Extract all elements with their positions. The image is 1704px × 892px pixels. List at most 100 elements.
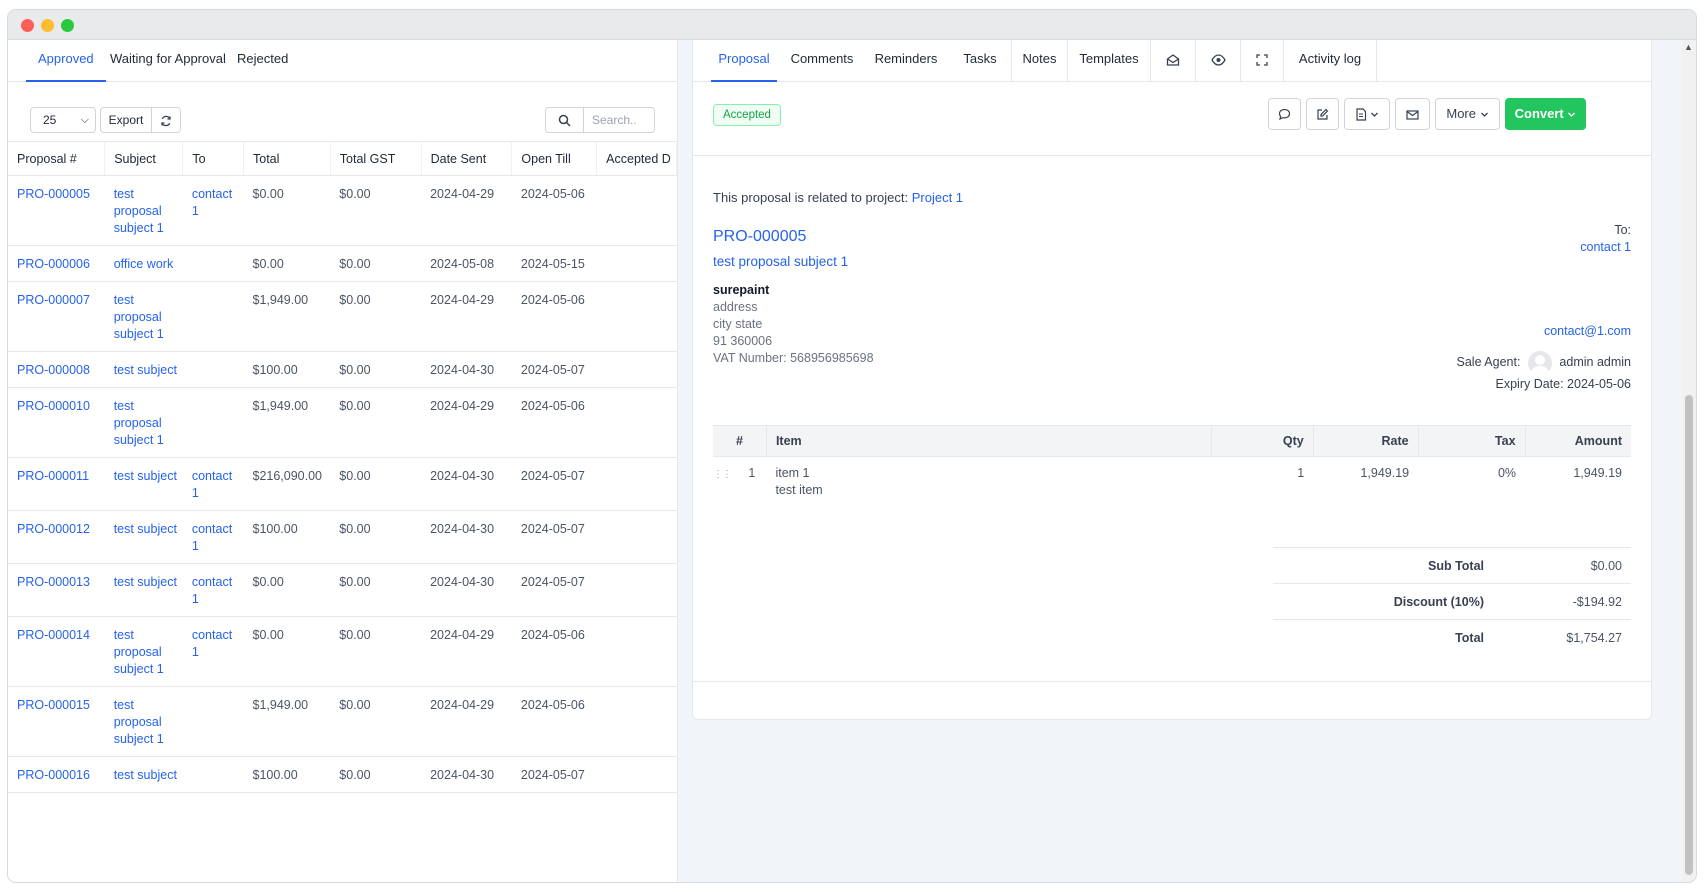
contact-link[interactable]: contact 1 bbox=[182, 616, 244, 687]
proposal-subject-link[interactable]: test subject bbox=[104, 510, 183, 564]
tab-activity-log[interactable]: Activity log bbox=[1283, 40, 1377, 82]
drag-handle-icon[interactable]: ⋮⋮ bbox=[713, 469, 732, 480]
refresh-button[interactable] bbox=[151, 107, 181, 133]
page-size-select[interactable]: 25 ⌵ bbox=[30, 107, 96, 133]
proposal-number-link[interactable]: PRO-000007 bbox=[8, 281, 105, 352]
proposal-number-link[interactable]: PRO-000008 bbox=[8, 351, 105, 388]
pdf-dropdown-button[interactable] bbox=[1344, 98, 1390, 130]
tab-rejected[interactable]: Rejected bbox=[225, 40, 300, 82]
table-row[interactable]: PRO-000006 office work $0.00 $0.00 2024-05-0… bbox=[8, 245, 677, 282]
proposal-subject-link[interactable]: test subject bbox=[104, 756, 183, 793]
proposal-subject-link[interactable]: test proposal subject 1 bbox=[104, 686, 183, 757]
edit-button[interactable] bbox=[1306, 98, 1339, 130]
convert-dropdown-button[interactable]: Convert bbox=[1505, 98, 1586, 130]
proposal-number-link[interactable]: PRO-000013 bbox=[8, 563, 105, 617]
tab-fullscreen[interactable] bbox=[1240, 40, 1283, 82]
tab-waiting-for-approval[interactable]: Waiting for Approval bbox=[98, 40, 238, 82]
recipient-email[interactable]: contact@1.com bbox=[1544, 324, 1631, 338]
contact-link[interactable]: contact 1 bbox=[182, 510, 244, 564]
page-scrollbar[interactable]: ▲ bbox=[1682, 40, 1696, 882]
proposal-number-link[interactable]: PRO-000015 bbox=[8, 686, 105, 757]
tab-comments[interactable]: Comments bbox=[781, 40, 863, 82]
column-header[interactable]: Date Sent bbox=[421, 141, 513, 176]
total-gst-cell: $0.00 bbox=[330, 281, 422, 352]
related-project-link[interactable]: Project 1 bbox=[912, 190, 963, 205]
total-cell: $1,949.00 bbox=[243, 387, 331, 458]
table-row[interactable]: PRO-000010 test proposal subject 1 $1,949.… bbox=[8, 387, 677, 458]
tab-views[interactable] bbox=[1195, 40, 1240, 82]
proposal-subject[interactable]: test proposal subject 1 bbox=[713, 254, 848, 269]
column-header[interactable]: Open Till bbox=[511, 141, 598, 176]
column-header[interactable]: Total GST bbox=[330, 141, 422, 176]
table-row[interactable]: PRO-000015 test proposal subject 1 $1,949.… bbox=[8, 686, 677, 757]
column-header[interactable]: Proposal # bbox=[8, 141, 106, 176]
search-box[interactable]: Search.. bbox=[545, 107, 655, 133]
contact-link[interactable] bbox=[182, 686, 244, 757]
proposal-number-link[interactable]: PRO-000010 bbox=[8, 387, 105, 458]
more-dropdown-button[interactable]: More bbox=[1435, 98, 1500, 130]
scrollbar-thumb[interactable] bbox=[1685, 395, 1693, 875]
contact-link[interactable] bbox=[182, 387, 244, 458]
accepted-date-cell bbox=[596, 563, 677, 617]
contact-link[interactable]: contact 1 bbox=[182, 175, 244, 246]
proposal-number-link[interactable]: PRO-000016 bbox=[8, 756, 105, 793]
divider bbox=[693, 681, 1651, 682]
accepted-date-cell bbox=[596, 175, 677, 246]
contact-link[interactable] bbox=[182, 245, 244, 282]
proposal-subject-link[interactable]: test subject bbox=[104, 457, 183, 511]
sale-agent: Sale Agent: admin admin bbox=[1456, 350, 1631, 375]
proposal-number-link[interactable]: PRO-000014 bbox=[8, 616, 105, 687]
column-header[interactable]: Total bbox=[243, 141, 331, 176]
search-input[interactable]: Search.. bbox=[592, 108, 637, 132]
proposal-subject-link[interactable]: test proposal subject 1 bbox=[104, 281, 183, 352]
maximize-window-button[interactable] bbox=[61, 19, 74, 32]
table-row[interactable]: PRO-000013 test subject contact 1 $0.00 $0.0… bbox=[8, 563, 677, 617]
column-header[interactable]: Accepted D bbox=[596, 141, 677, 176]
proposal-number-link[interactable]: PRO-000006 bbox=[8, 245, 105, 282]
send-email-button[interactable] bbox=[1395, 98, 1430, 130]
proposal-number[interactable]: PRO-000005 bbox=[713, 228, 806, 246]
tab-reminders[interactable]: Reminders bbox=[863, 40, 949, 82]
table-row[interactable]: PRO-000007 test proposal subject 1 $1,949.… bbox=[8, 281, 677, 352]
contact-link[interactable] bbox=[182, 351, 244, 388]
contact-link[interactable]: contact 1 bbox=[182, 563, 244, 617]
tab-notes[interactable]: Notes bbox=[1011, 40, 1067, 82]
accepted-date-cell bbox=[596, 457, 677, 511]
proposal-number-link[interactable]: PRO-000011 bbox=[8, 457, 105, 511]
tab-email-tracking[interactable] bbox=[1150, 40, 1195, 82]
proposal-subject-link[interactable]: test proposal subject 1 bbox=[104, 387, 183, 458]
proposal-number-link[interactable]: PRO-000005 bbox=[8, 175, 105, 246]
export-button[interactable]: Export bbox=[100, 107, 152, 133]
proposal-subject-link[interactable]: test subject bbox=[104, 351, 183, 388]
comment-button[interactable] bbox=[1268, 98, 1301, 130]
table-row[interactable]: PRO-000012 test subject contact 1 $100.00 $0… bbox=[8, 510, 677, 564]
contact-link[interactable] bbox=[182, 281, 244, 352]
table-row[interactable]: PRO-000005 test proposal subject 1 contact… bbox=[8, 175, 677, 246]
date-sent-cell: 2024-04-29 bbox=[421, 616, 512, 687]
proposal-subject-link[interactable]: test proposal subject 1 bbox=[104, 616, 183, 687]
table-row[interactable]: PRO-000014 test proposal subject 1 contact… bbox=[8, 616, 677, 687]
proposal-subject-link[interactable]: test proposal subject 1 bbox=[104, 175, 183, 246]
column-header[interactable]: To bbox=[182, 141, 244, 176]
column-header[interactable]: Subject bbox=[104, 141, 184, 176]
accepted-date-cell bbox=[596, 510, 677, 564]
minimize-window-button[interactable] bbox=[41, 19, 54, 32]
contact-link[interactable] bbox=[182, 756, 244, 793]
tab-approved[interactable]: Approved bbox=[26, 40, 106, 82]
contact-link[interactable]: contact 1 bbox=[182, 457, 244, 511]
accepted-date-cell bbox=[596, 245, 677, 282]
table-row[interactable]: PRO-000016 test subject $100.00 $0.00 2024-0… bbox=[8, 756, 677, 793]
search-icon[interactable] bbox=[546, 108, 584, 132]
close-window-button[interactable] bbox=[21, 19, 34, 32]
scroll-up-arrow-icon[interactable]: ▲ bbox=[1684, 42, 1693, 52]
to-contact-link[interactable]: contact 1 bbox=[1580, 239, 1631, 256]
tab-templates[interactable]: Templates bbox=[1067, 40, 1150, 82]
proposal-subject-link[interactable]: test subject bbox=[104, 563, 183, 617]
sale-agent-label: Sale Agent: bbox=[1456, 355, 1521, 369]
tab-proposal[interactable]: Proposal bbox=[711, 40, 777, 82]
proposal-number-link[interactable]: PRO-000012 bbox=[8, 510, 105, 564]
table-row[interactable]: PRO-000008 test subject $100.00 $0.00 2024-0… bbox=[8, 351, 677, 388]
table-row[interactable]: PRO-000011 test subject contact 1 $216,090.… bbox=[8, 457, 677, 511]
proposal-subject-link[interactable]: office work bbox=[104, 245, 183, 282]
tab-tasks[interactable]: Tasks bbox=[949, 40, 1011, 82]
